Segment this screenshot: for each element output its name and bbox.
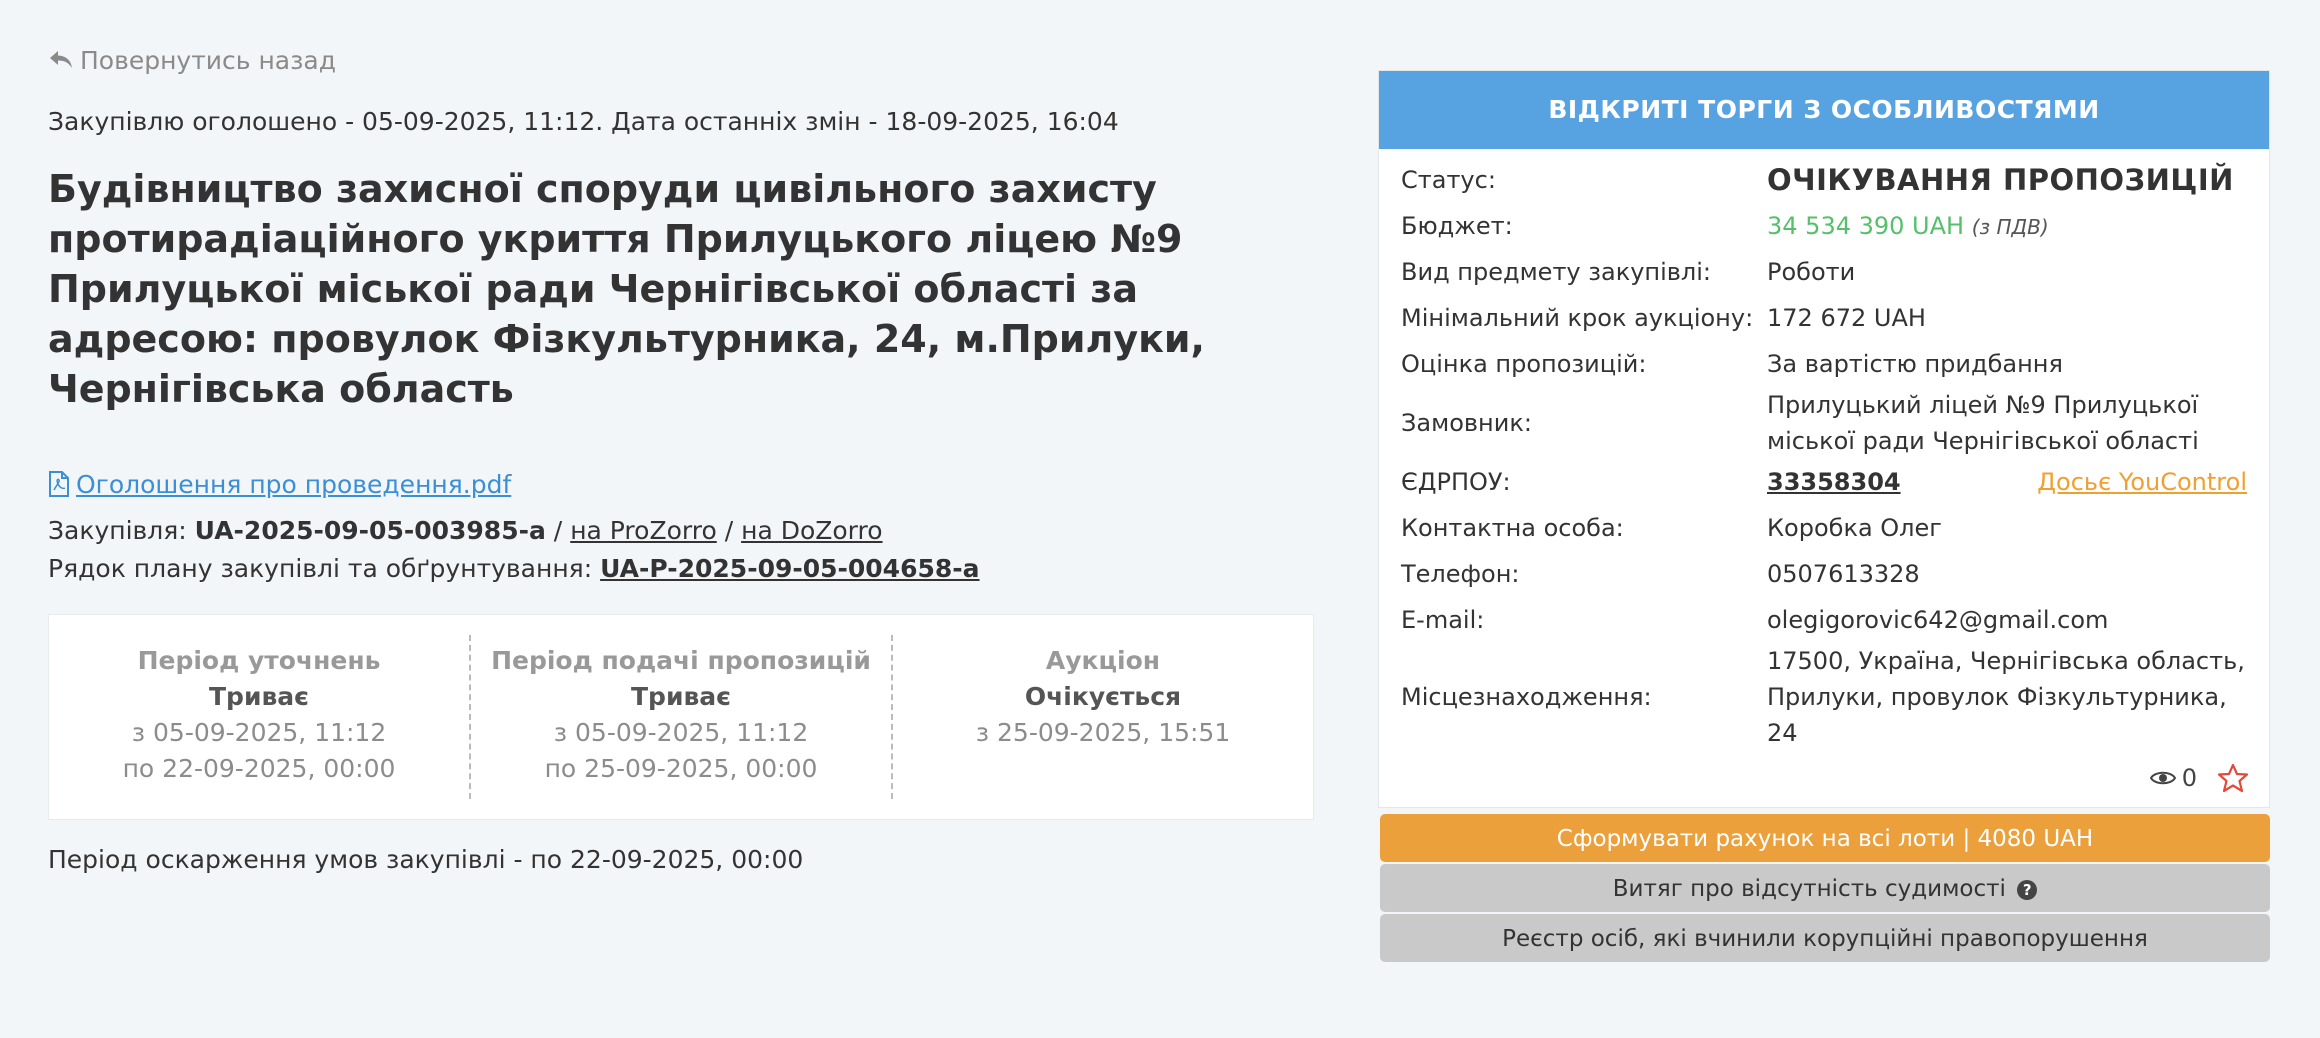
views-count: 0 xyxy=(2181,764,2197,792)
period-to: по 25-09-2025, 00:00 xyxy=(544,754,818,783)
subject-label: Вид предмету закупівлі: xyxy=(1401,258,1712,286)
document-link[interactable]: Оголошення про проведення.pdf xyxy=(76,470,511,499)
views-counter: 0 xyxy=(2149,764,2197,792)
phone-row: Телефон: 0507613328 xyxy=(1401,551,2247,597)
period-title: Період подачі пропозицій xyxy=(491,646,871,675)
edrpou-cell: 33358304 Досьє YouControl xyxy=(1767,464,2247,500)
email-label: E-mail: xyxy=(1401,606,1485,634)
procurement-label: Закупівля: xyxy=(48,516,187,545)
period-from: з 05-09-2025, 11:12 xyxy=(131,718,387,747)
email-value: olegigorovic642@gmail.com xyxy=(1767,606,2109,634)
pdf-file-icon xyxy=(49,471,69,497)
period-to: по 22-09-2025, 00:00 xyxy=(122,754,396,783)
evaluation-row: Оцінка пропозицій: За вартістю придбання xyxy=(1401,341,2247,387)
criminal-record-button[interactable]: Витяг про відсутність судимості ? xyxy=(1380,864,2270,912)
plan-label: Рядок плану закупівлі та обґрунтування: xyxy=(48,554,593,583)
star-icon[interactable] xyxy=(2217,763,2249,793)
plan-link[interactable]: UA-P-2025-09-05-004658-a xyxy=(600,554,979,583)
status-label: Статус: xyxy=(1401,166,1496,194)
announce-dates: Закупівлю оголошено - 05-09-2025, 11:12.… xyxy=(48,107,1119,136)
period-from: з 05-09-2025, 11:12 xyxy=(553,718,809,747)
period-tendering: Період подачі пропозицій Триває з 05-09-… xyxy=(469,635,891,799)
edrpou-label: ЄДРПОУ: xyxy=(1401,468,1511,496)
back-link-label: Повернутись назад xyxy=(80,45,337,75)
evaluation-value: За вартістю придбання xyxy=(1767,350,2063,378)
subject-value: Роботи xyxy=(1767,258,1856,286)
period-status: Очікується xyxy=(1024,682,1182,711)
period-status: Триває xyxy=(209,682,309,711)
corruption-registry-button[interactable]: Реєстр осіб, які вчинили корупційні прав… xyxy=(1380,914,2270,962)
views-row: 0 xyxy=(1379,761,2269,807)
periods-box: Період уточнень Триває з 05-09-2025, 11:… xyxy=(48,614,1314,820)
period-title: Аукціон xyxy=(1045,646,1161,675)
evaluation-label: Оцінка пропозицій: xyxy=(1401,350,1647,378)
page-title: Будівництво захисної споруди цивільного … xyxy=(48,167,1205,411)
prozorro-link[interactable]: на ProZorro xyxy=(570,516,717,545)
procurement-line: Закупівля: UA-2025-09-05-003985-a / на P… xyxy=(48,512,1318,550)
back-link[interactable]: Повернутись назад xyxy=(48,40,1318,80)
procurement-ids: Закупівля: UA-2025-09-05-003985-a / на P… xyxy=(48,512,1318,588)
budget-value: 34 534 390 UAH xyxy=(1767,211,1965,240)
period-auction: Аукціон Очікується з 25-09-2025, 15:51 xyxy=(891,635,1313,799)
budget-label: Бюджет: xyxy=(1401,212,1513,240)
period-status: Триває xyxy=(631,682,731,711)
status-row: Статус: ОЧІКУВАННЯ ПРОПОЗИЦІЙ xyxy=(1401,157,2247,203)
document-row: Оголошення про проведення.pdf xyxy=(48,466,1318,502)
status-value: ОЧІКУВАННЯ ПРОПОЗИЦІЙ xyxy=(1767,163,2234,197)
invoice-button[interactable]: Сформувати рахунок на всі лоти | 4080 UA… xyxy=(1380,814,2270,862)
right-column: ВІДКРИТІ ТОРГИ З ОСОБЛИВОСТЯМИ Статус: О… xyxy=(1378,70,2270,962)
phone-value: 0507613328 xyxy=(1767,560,1920,588)
budget-row: Бюджет: 34 534 390 UAH (з ПДВ) xyxy=(1401,203,2247,249)
budget-cell: 34 534 390 UAH (з ПДВ) xyxy=(1767,208,2247,245)
location-row: Місцезнаходження: 17500, Україна, Черніг… xyxy=(1401,643,2247,751)
step-label: Мінімальний крок аукціону: xyxy=(1401,304,1754,332)
youcontrol-link[interactable]: Досьє YouControl xyxy=(2037,464,2247,500)
procurement-id: UA-2025-09-05-003985-a xyxy=(194,516,546,545)
edrpou-link[interactable]: 33358304 xyxy=(1767,464,1901,500)
contact-value: Коробка Олег xyxy=(1767,514,1942,542)
appeal-period: Період оскарження умов закупівлі - по 22… xyxy=(48,845,804,874)
contact-row: Контактна особа: Коробка Олег xyxy=(1401,505,2247,551)
step-value: 172 672 UAH xyxy=(1767,304,1926,332)
edrpou-row: ЄДРПОУ: 33358304 Досьє YouControl xyxy=(1401,459,2247,505)
reply-arrow-icon xyxy=(50,51,72,68)
location-value: 17500, Україна, Чернігівська область, Пр… xyxy=(1767,647,2245,747)
info-rows: Статус: ОЧІКУВАННЯ ПРОПОЗИЦІЙ Бюджет: 34… xyxy=(1379,149,2269,761)
question-icon: ? xyxy=(2017,879,2038,900)
budget-vat: (з ПДВ) xyxy=(1971,214,2049,239)
period-title: Період уточнень xyxy=(137,646,381,675)
criminal-record-label: Витяг про відсутність судимості xyxy=(1612,876,2006,902)
eye-icon xyxy=(2149,771,2176,785)
plan-line: Рядок плану закупівлі та обґрунтування: … xyxy=(48,550,1318,588)
separator: / xyxy=(724,516,734,545)
period-clarification: Період уточнень Триває з 05-09-2025, 11:… xyxy=(49,635,469,799)
invoice-button-label: Сформувати рахунок на всі лоти | 4080 UA… xyxy=(1556,826,2094,852)
left-column: Повернутись назад Закупівлю оголошено - … xyxy=(48,40,1318,878)
email-row: E-mail: olegigorovic642@gmail.com xyxy=(1401,597,2247,643)
tender-info-card: ВІДКРИТІ ТОРГИ З ОСОБЛИВОСТЯМИ Статус: О… xyxy=(1378,70,2270,808)
customer-row: Замовник: Прилуцький ліцей №9 Прилуцької… xyxy=(1401,387,2247,459)
procedure-type-header: ВІДКРИТІ ТОРГИ З ОСОБЛИВОСТЯМИ xyxy=(1379,71,2269,149)
contact-label: Контактна особа: xyxy=(1401,514,1624,542)
customer-value: Прилуцький ліцей №9 Прилуцької міської р… xyxy=(1767,391,2199,455)
phone-label: Телефон: xyxy=(1401,560,1520,588)
location-label: Місцезнаходження: xyxy=(1401,683,1652,711)
dozorro-link[interactable]: на DoZorro xyxy=(741,516,882,545)
step-row: Мінімальний крок аукціону: 172 672 UAH xyxy=(1401,295,2247,341)
separator: / xyxy=(553,516,563,545)
subject-row: Вид предмету закупівлі: Роботи xyxy=(1401,249,2247,295)
period-from: з 25-09-2025, 15:51 xyxy=(975,718,1231,747)
corruption-registry-label: Реєстр осіб, які вчинили корупційні прав… xyxy=(1502,926,2148,952)
customer-label: Замовник: xyxy=(1401,409,1532,437)
